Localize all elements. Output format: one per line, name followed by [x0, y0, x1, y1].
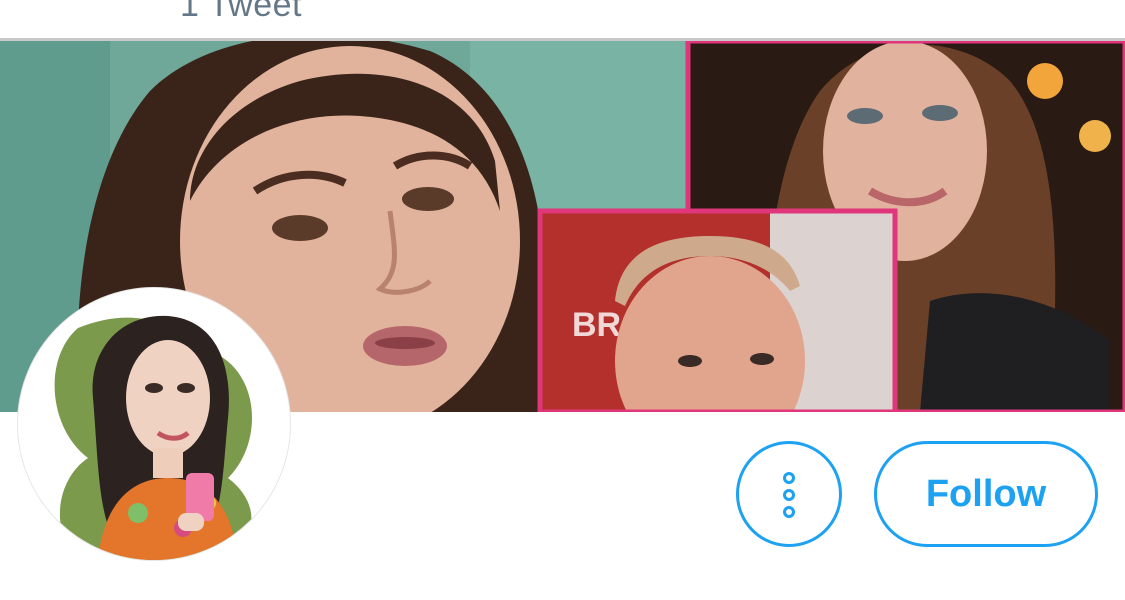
avatar-illustration [18, 288, 290, 560]
dot [783, 472, 795, 484]
dot [783, 489, 795, 501]
avatar[interactable] [18, 288, 290, 560]
profile-header-bar: 1 Tweet [0, 0, 1125, 38]
tweet-count: 1 Tweet [180, 0, 302, 24]
follow-button[interactable]: Follow [874, 441, 1098, 547]
dot [783, 506, 795, 518]
more-options-button[interactable] [736, 441, 842, 547]
